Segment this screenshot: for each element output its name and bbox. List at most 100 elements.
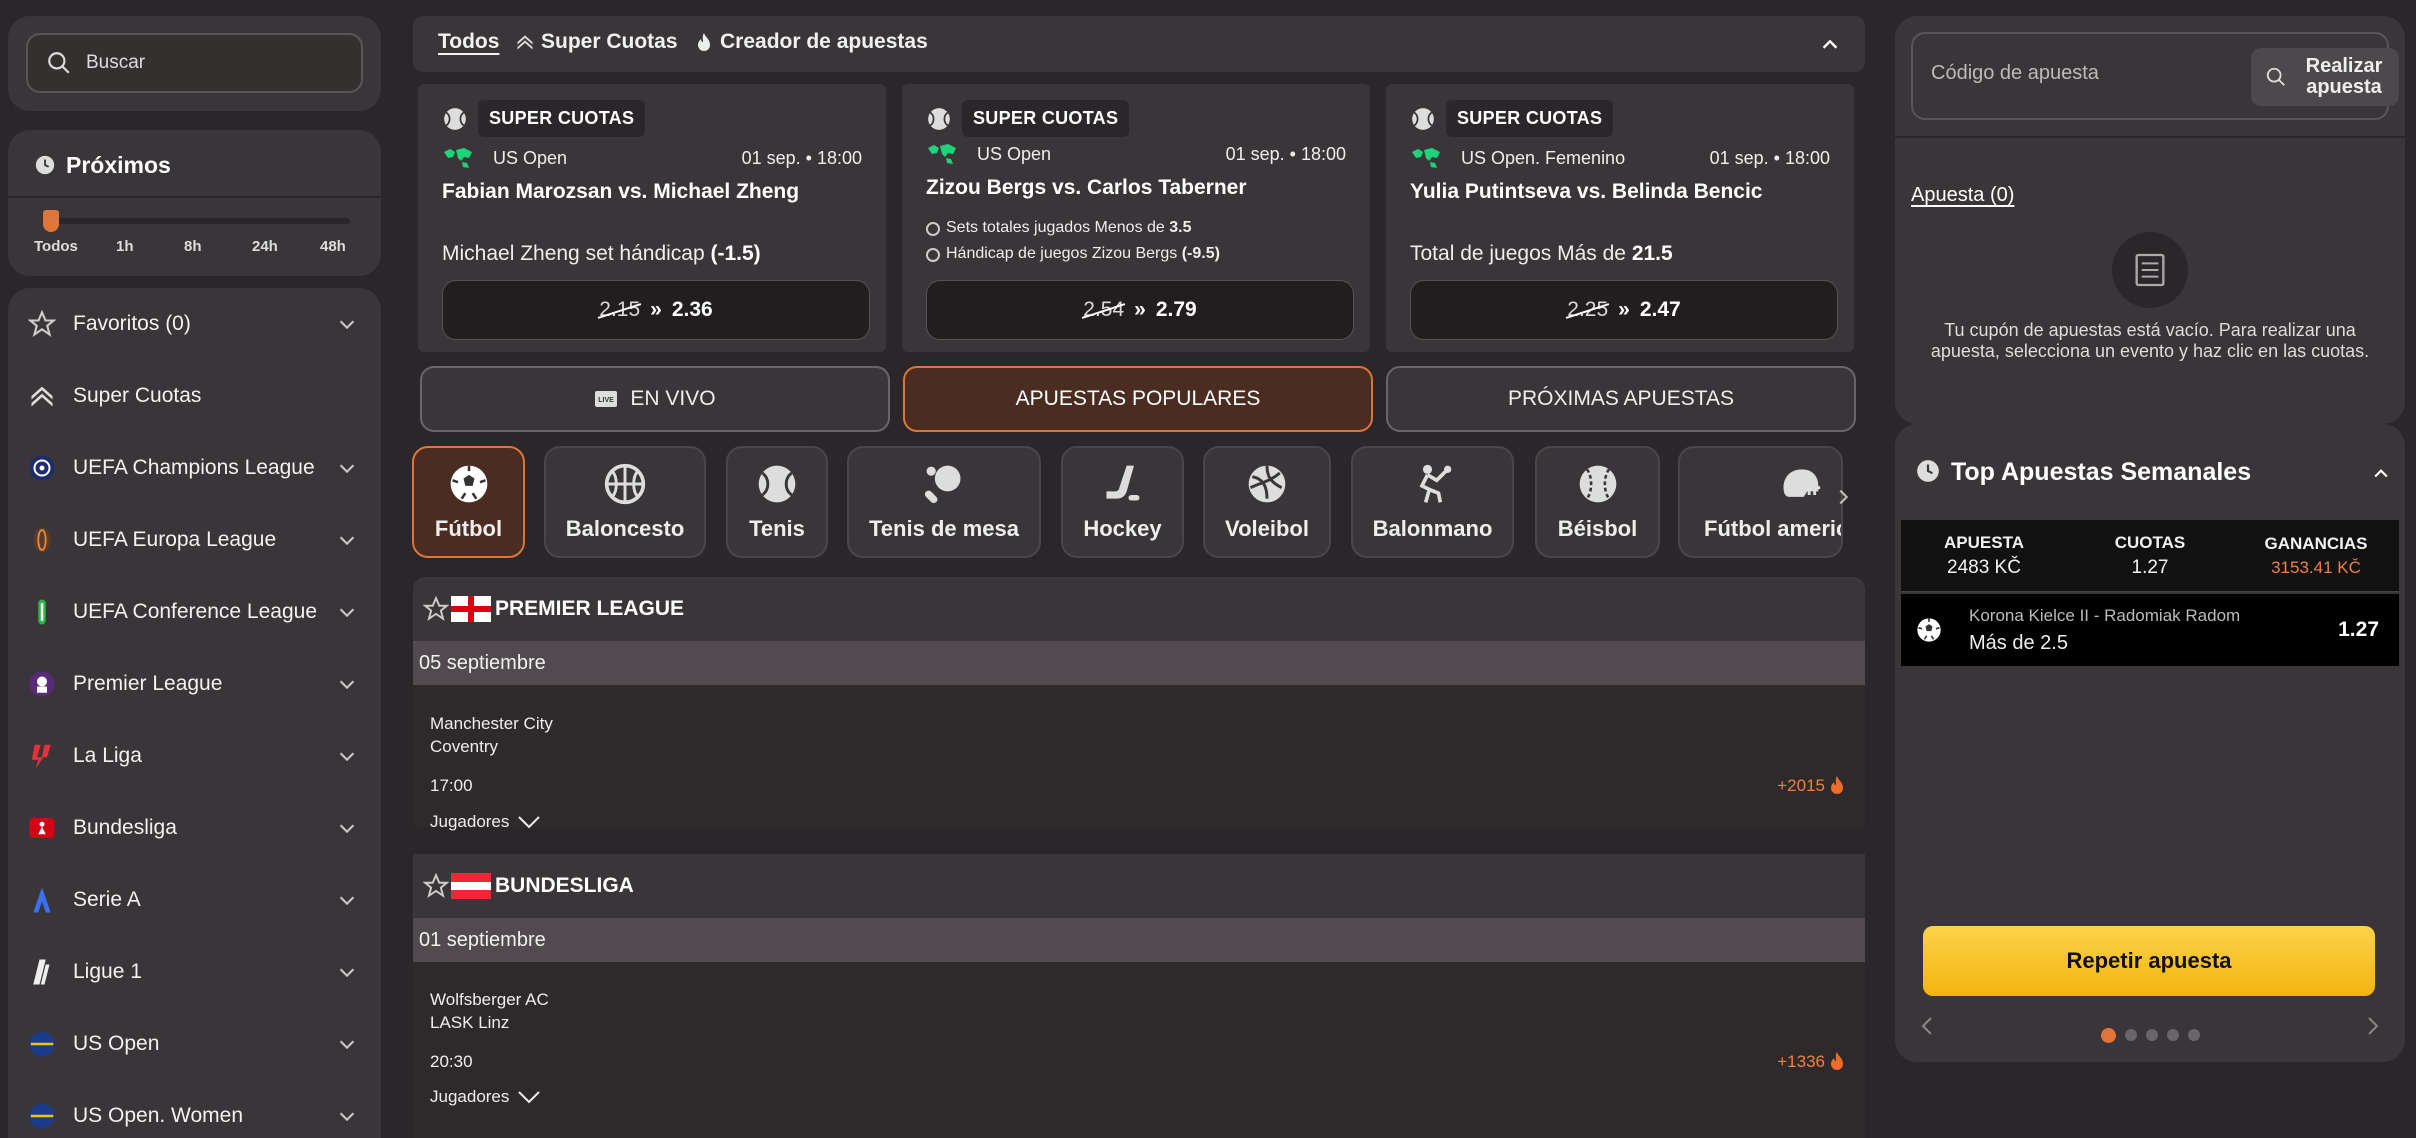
- live-button[interactable]: LIVE EN VIVO: [420, 366, 890, 432]
- top-bets-summary: APUESTA 2483 KČ CUOTAS 1.27 GANANCIAS 31…: [1901, 520, 2399, 592]
- bet-leg-value: (-9.5): [1181, 245, 1220, 262]
- slider-label-8h[interactable]: 8h: [184, 238, 202, 255]
- sidebar-item-us-open[interactable]: US Open: [8, 1008, 381, 1080]
- carousel-dot[interactable]: [2101, 1028, 2116, 1043]
- search-box[interactable]: [26, 33, 363, 93]
- chevron-right-icon[interactable]: [2365, 1016, 2381, 1036]
- chevron-down-icon[interactable]: [336, 1033, 358, 1055]
- tab-bet-builder[interactable]: Creador de apuestas: [696, 30, 928, 54]
- chevron-left-icon[interactable]: [1919, 1016, 1935, 1036]
- world-icon: [928, 144, 956, 164]
- svg-text:LIVE: LIVE: [599, 397, 615, 404]
- sidebar-item-uel[interactable]: UEFA Europa League: [8, 504, 381, 576]
- sidebar-item-ucl[interactable]: UEFA Champions League: [8, 432, 381, 504]
- chevron-down-icon[interactable]: [336, 529, 358, 551]
- tab-todos[interactable]: Todos: [438, 30, 499, 54]
- upcoming-bets-button[interactable]: PRÓXIMAS APUESTAS: [1386, 366, 1856, 432]
- chevron-up-icon[interactable]: [2371, 464, 2391, 484]
- tab-super-cuotas[interactable]: Super Cuotas: [515, 30, 678, 54]
- chevron-down-icon[interactable]: [336, 745, 358, 767]
- divider: [8, 196, 381, 198]
- league-name[interactable]: PREMIER LEAGUE: [495, 597, 684, 621]
- chevron-down-icon[interactable]: [336, 457, 358, 479]
- markets-count[interactable]: +2015: [1777, 776, 1825, 796]
- sport-tile-baseball[interactable]: Béisbol: [1535, 446, 1660, 558]
- match-row[interactable]: Manchester City Coventry 17:00 +2015 Jug…: [413, 685, 1865, 831]
- chevron-down-icon[interactable]: [336, 313, 358, 335]
- carousel-dot[interactable]: [2125, 1029, 2137, 1041]
- sidebar-item-ligue-1[interactable]: Ligue 1: [8, 936, 381, 1008]
- match-time: 20:30: [430, 1052, 473, 1071]
- players-toggle[interactable]: Jugadores: [430, 812, 541, 832]
- away-team: LASK Linz: [430, 1013, 510, 1032]
- top-bet-odds[interactable]: 1.27: [2338, 618, 2379, 642]
- sidebar-item-bundesliga[interactable]: Bundesliga: [8, 792, 381, 864]
- place-bet-button[interactable]: Realizar apuesta: [2251, 48, 2399, 106]
- carousel-dot[interactable]: [2146, 1029, 2158, 1041]
- sport-tile-tennis[interactable]: Tenis: [726, 446, 828, 558]
- chevron-down-icon[interactable]: [336, 961, 358, 983]
- carousel-dots: [2101, 1028, 2200, 1043]
- search-input[interactable]: [86, 52, 346, 74]
- bet-code-input[interactable]: [1931, 62, 2231, 85]
- odds-button[interactable]: 2.15 » 2.36: [442, 280, 870, 340]
- star-icon[interactable]: [423, 596, 449, 622]
- sidebar-item-uecl[interactable]: UEFA Conference League: [8, 576, 381, 648]
- chevron-up-icon[interactable]: [1819, 34, 1841, 56]
- match-title[interactable]: Zizou Bergs vs. Carlos Taberner: [926, 176, 1247, 200]
- sidebar-item-premier-league[interactable]: Premier League: [8, 648, 381, 720]
- chevron-down-icon[interactable]: [336, 673, 358, 695]
- chevron-down-icon[interactable]: [336, 601, 358, 623]
- sport-label: Béisbol: [1557, 516, 1638, 541]
- sidebar-item-us-open-women[interactable]: US Open. Women: [8, 1080, 381, 1138]
- slider-label-1h[interactable]: 1h: [116, 238, 134, 255]
- sport-tile-basketball[interactable]: Baloncesto: [544, 446, 706, 558]
- time-slider-handle[interactable]: [43, 210, 59, 232]
- sport-label: Fútbol americano: [1704, 516, 1841, 541]
- competition-label: US Open: [977, 144, 1052, 164]
- sidebar-item-favorites[interactable]: Favoritos (0): [8, 288, 381, 360]
- chevron-down-icon[interactable]: [336, 817, 358, 839]
- sidebar-item-laliga[interactable]: La Liga: [8, 720, 381, 792]
- tab-betslip[interactable]: Apuesta (0): [1911, 184, 2014, 207]
- carousel-dot[interactable]: [2188, 1029, 2200, 1041]
- slider-label-48h[interactable]: 48h: [320, 238, 346, 255]
- sport-tile-hockey[interactable]: Hockey: [1061, 446, 1184, 558]
- carousel-dot[interactable]: [2167, 1029, 2179, 1041]
- match-title[interactable]: Yulia Putintseva vs. Belinda Bencic: [1410, 180, 1762, 204]
- sidebar-nav: Favoritos (0) Super Cuotas UEFA Champion…: [8, 288, 381, 1138]
- star-icon[interactable]: [423, 873, 449, 899]
- chevron-down-icon[interactable]: [336, 889, 358, 911]
- sidebar-item-serie-a[interactable]: Serie A: [8, 864, 381, 936]
- time-slider[interactable]: [42, 218, 350, 224]
- sport-tile-table-tennis[interactable]: Tenis de mesa: [847, 446, 1041, 558]
- coupon-icon: [2112, 232, 2188, 308]
- away-team: Coventry: [430, 737, 499, 756]
- chevron-down-icon[interactable]: [336, 1105, 358, 1127]
- soccer-ball-icon: [1917, 618, 1941, 642]
- repeat-bet-button[interactable]: Repetir apuesta: [1923, 926, 2375, 996]
- match-title[interactable]: Fabian Marozsan vs. Michael Zheng: [442, 180, 799, 204]
- sidebar-item-super-cuotas[interactable]: Super Cuotas: [8, 360, 381, 432]
- sport-tile-handball[interactable]: Balonmano: [1351, 446, 1514, 558]
- markets-count[interactable]: +1336: [1777, 1052, 1825, 1072]
- sport-tile-volleyball[interactable]: Voleibol: [1203, 446, 1331, 558]
- slider-label-all[interactable]: Todos: [34, 238, 78, 255]
- upcoming-bets-label: PRÓXIMAS APUESTAS: [1507, 387, 1734, 410]
- odds-button[interactable]: 2.25 » 2.47: [1410, 280, 1838, 340]
- super-cuotas-card: SUPER CUOTAS US Open 01 sep. • 18:00 Fab…: [418, 84, 886, 352]
- sport-tile-football[interactable]: Fútbol: [412, 446, 525, 558]
- odds-button[interactable]: 2.54 » 2.79: [926, 280, 1354, 340]
- sport-label: Tenis de mesa: [869, 516, 1019, 541]
- sport-label: Hockey: [1083, 516, 1162, 541]
- match-row[interactable]: Wolfsberger AC LASK Linz 20:30 +1336 Jug…: [413, 962, 1865, 1138]
- chevron-down-icon: [518, 1091, 541, 1104]
- league-name[interactable]: BUNDESLIGA: [495, 874, 634, 898]
- slider-label-24h[interactable]: 24h: [252, 238, 278, 255]
- popular-bets-button[interactable]: APUESTAS POPULARES: [903, 366, 1373, 432]
- top-bet-row[interactable]: Korona Kielce II - Radomiak Radom Más de…: [1901, 594, 2399, 666]
- sport-tile-american-football[interactable]: Fútbol americano: [1678, 446, 1843, 558]
- players-toggle[interactable]: Jugadores: [430, 1087, 541, 1107]
- chevron-right-icon[interactable]: [1832, 484, 1854, 510]
- market-value: 21.5: [1631, 242, 1673, 265]
